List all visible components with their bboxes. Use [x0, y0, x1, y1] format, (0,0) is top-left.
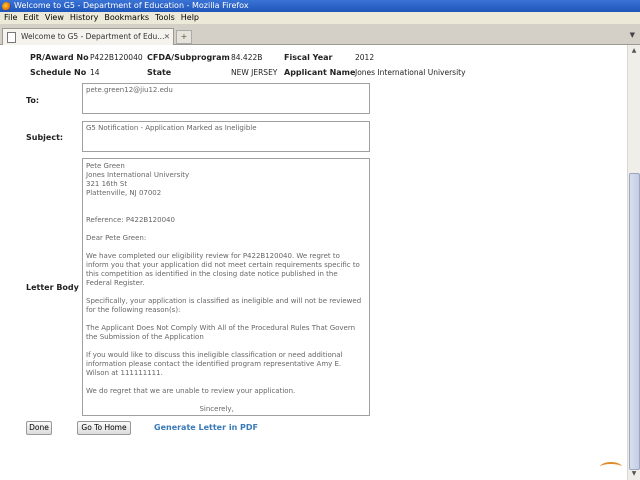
letter-line: Pete Green [86, 162, 125, 170]
subject-label: Subject: [26, 133, 64, 142]
letter-line: Sincerely, [86, 405, 234, 413]
subject-field[interactable]: G5 Notification - Application Marked as … [82, 121, 370, 152]
letter-line: If you would like to discuss this inelig… [86, 351, 343, 359]
letter-line [86, 288, 366, 297]
letter-line: inform you that your application did not… [86, 261, 360, 269]
cfda-value: 84.422B [231, 53, 263, 62]
award-label: PR/Award No [30, 53, 89, 62]
letter-line [86, 396, 366, 405]
menu-bar: File Edit View History Bookmarks Tools H… [0, 12, 640, 24]
done-button[interactable]: Done [26, 421, 52, 435]
letter-line: this competition as identified in the cl… [86, 270, 338, 278]
letter-text: Pete Green Jones International University… [86, 162, 366, 415]
letter-line [86, 378, 366, 387]
menu-bookmarks[interactable]: Bookmarks [101, 12, 152, 24]
letter-line [86, 342, 366, 351]
fiscal-year-label: Fiscal Year [284, 53, 333, 62]
tab-welcome[interactable]: Welcome to G5 - Department of Edu... ✕ [2, 28, 174, 45]
menu-view[interactable]: View [42, 12, 67, 24]
letter-line: Wilson at 111111111. [86, 369, 163, 377]
generate-pdf-link[interactable]: Generate Letter in PDF [154, 423, 258, 432]
letter-line [86, 243, 366, 252]
page-icon [7, 31, 16, 43]
letter-line [86, 207, 366, 216]
letter-line: 321 16th St [86, 180, 128, 188]
letter-line: Dear Pete Green: [86, 234, 147, 242]
window-title: Welcome to G5 - Department of Education … [14, 1, 249, 10]
go-to-home-button[interactable]: Go To Home [77, 421, 131, 435]
letter-line [86, 198, 366, 207]
menu-tools[interactable]: Tools [152, 12, 178, 24]
firefox-icon [2, 1, 11, 11]
scroll-down-icon[interactable]: ▼ [630, 469, 638, 479]
vertical-scrollbar[interactable]: ▲ ▼ [627, 45, 640, 480]
tab-list-icon[interactable]: ▼ [630, 31, 635, 39]
letter-line: information please contact the identifie… [86, 360, 342, 368]
letter-line: Federal Register. [86, 279, 145, 287]
new-tab-button[interactable]: + [176, 30, 192, 44]
letter-line: the Submission of the Application [86, 333, 204, 341]
menu-file[interactable]: File [0, 12, 20, 24]
schedule-value: 14 [90, 68, 100, 77]
page-content: PR/Award No P422B120040 CFDA/Subprogram … [0, 45, 628, 480]
letter-line: Reference: P422B120040 [86, 216, 175, 224]
letter-body-label: Letter Body [26, 283, 79, 292]
letter-line: Jones International University [86, 171, 190, 179]
state-label: State [147, 68, 172, 77]
fiscal-year-value: 2012 [355, 53, 375, 62]
letter-line [86, 315, 366, 324]
scroll-up-icon[interactable]: ▲ [630, 46, 638, 56]
letter-line: We have completed our eligibility review… [86, 252, 340, 260]
to-field[interactable]: pete.green12@jiu12.edu [82, 83, 370, 114]
letter-line: The Applicant Does Not Comply With All o… [86, 324, 356, 332]
window-titlebar: Welcome to G5 - Department of Education … [0, 0, 640, 12]
tab-bar: Welcome to G5 - Department of Edu... ✕ +… [0, 24, 640, 45]
cfda-label: CFDA/Subprogram [147, 53, 230, 62]
award-value: P422B120040 [90, 53, 143, 62]
state-value: NEW JERSEY [231, 68, 278, 77]
menu-edit[interactable]: Edit [20, 12, 42, 24]
applicant-value: Jones International University [355, 68, 466, 77]
applicant-label: Applicant Name [284, 68, 356, 77]
scrollbar-thumb[interactable] [629, 173, 640, 470]
tab-title: Welcome to G5 - Department of Edu... [21, 32, 165, 41]
letter-line: for the following reason(s): [86, 306, 181, 314]
menu-help[interactable]: Help [178, 12, 202, 24]
letter-line [86, 414, 366, 415]
letter-body-field[interactable]: Pete Green Jones International University… [82, 158, 370, 416]
letter-line: We do regret that we are unable to revie… [86, 387, 296, 395]
letter-line: Specifically, your application is classi… [86, 297, 362, 305]
close-tab-icon[interactable]: ✕ [164, 29, 170, 45]
letter-line: Plattenville, NJ 07002 [86, 189, 162, 197]
decorative-swoosh [600, 462, 622, 472]
letter-line [86, 225, 366, 234]
to-label: To: [26, 96, 40, 105]
menu-history[interactable]: History [67, 12, 101, 24]
schedule-label: Schedule No [30, 68, 87, 77]
